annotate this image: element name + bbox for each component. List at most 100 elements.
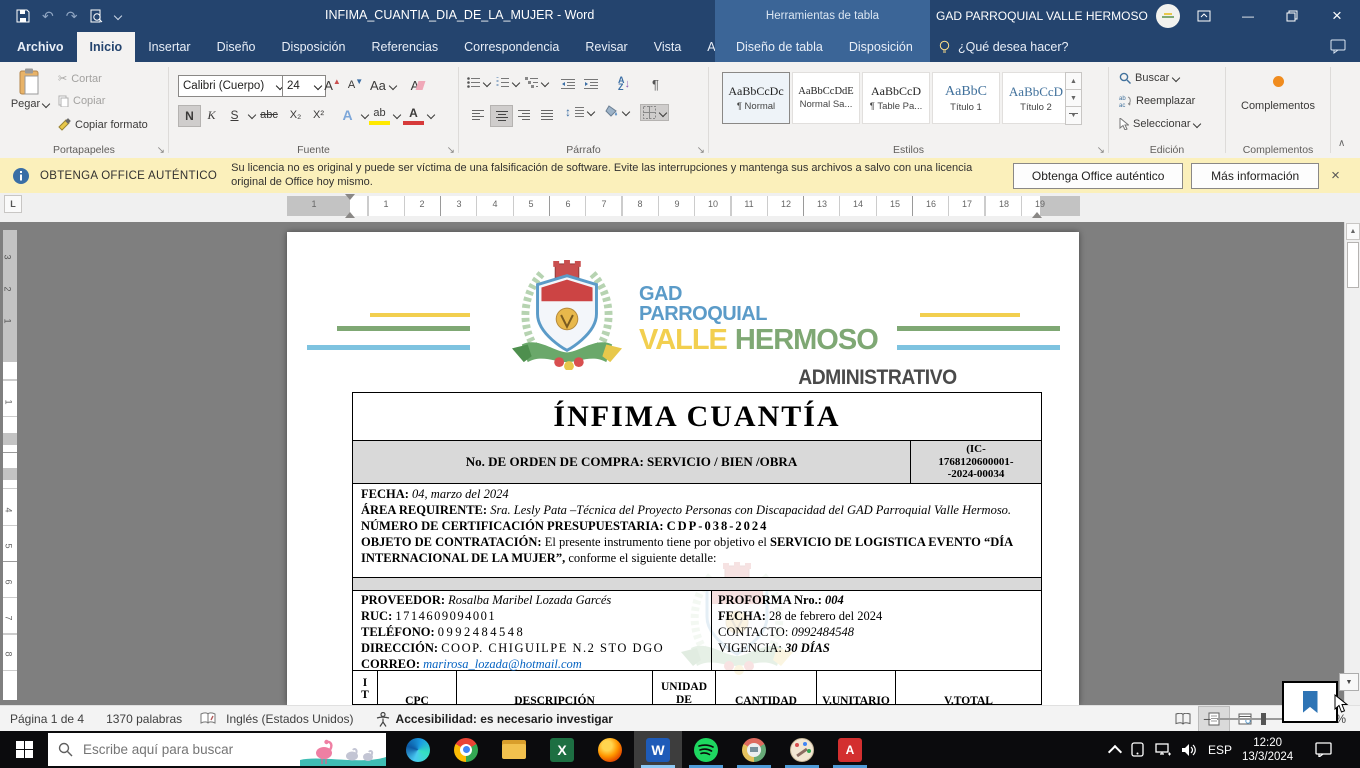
tab-insertar[interactable]: Insertar (135, 32, 203, 62)
font-color-button[interactable]: A (403, 105, 434, 125)
undo-icon[interactable]: ↶ (42, 8, 54, 25)
cut-button[interactable]: ✂Cortar (58, 72, 102, 85)
style-titulo-2[interactable]: AaBbCcDTítulo 2 (1002, 72, 1070, 124)
justify-button[interactable] (536, 105, 557, 125)
underline-button[interactable]: S (224, 105, 255, 125)
tray-clock[interactable]: 12:20 13/3/2024 (1242, 736, 1293, 764)
zoom-out-icon[interactable]: − (1203, 711, 1211, 727)
italic-button[interactable]: K (201, 105, 222, 125)
multilevel-list-button[interactable] (525, 77, 548, 88)
style-normal[interactable]: AaBbCcDc¶ Normal (722, 72, 790, 124)
proofing-icon[interactable] (200, 712, 216, 726)
tray-language[interactable]: ESP (1208, 743, 1232, 757)
select-button[interactable]: Seleccionar (1119, 118, 1200, 130)
align-right-button[interactable] (513, 105, 534, 125)
strikethrough-button[interactable]: abc (255, 105, 283, 125)
tab-selector[interactable]: L (4, 195, 22, 213)
order-table[interactable]: ÍNFIMA CUANTÍA No. DE ORDEN DE COMPRA: S… (352, 392, 1042, 705)
bullets-button[interactable] (467, 77, 490, 88)
addins-button[interactable]: Complementos (1226, 74, 1330, 112)
grow-font-button[interactable]: A▲ (322, 75, 343, 95)
tray-tablet-icon[interactable] (1130, 742, 1145, 757)
tab-inicio[interactable]: Inicio (77, 32, 136, 62)
text-effects-button[interactable]: A (337, 105, 368, 125)
horizontal-ruler[interactable]: 1 1 2 3 4 5 6 7 8 9 10 11 12 13 14 15 16… (287, 196, 1080, 216)
tab-revisar[interactable]: Revisar (572, 32, 640, 62)
taskbar-edge-icon[interactable] (394, 731, 442, 768)
line-spacing-button[interactable]: ↕ (565, 105, 594, 119)
close-button[interactable]: × (1314, 0, 1360, 32)
fuente-dialog-launcher-icon[interactable]: ↘ (447, 145, 455, 156)
zoom-slider-handle[interactable] (1261, 713, 1266, 725)
taskbar-search[interactable] (48, 733, 386, 766)
style-normal-sa[interactable]: AaBbCcDdENormal Sa... (792, 72, 860, 124)
scroll-up-icon[interactable]: ▲ (1346, 223, 1360, 240)
borders-button[interactable] (640, 104, 669, 121)
table-row-marker[interactable] (3, 468, 17, 480)
resume-reading-popup[interactable] (1282, 681, 1338, 723)
tray-chevron-up-icon[interactable] (1108, 744, 1122, 758)
right-indent-marker[interactable] (1032, 207, 1042, 218)
decrease-indent-button[interactable] (557, 74, 578, 94)
taskbar-firefox-icon[interactable] (586, 731, 634, 768)
read-mode-icon[interactable] (1168, 707, 1198, 731)
tab-diseno-de-tabla[interactable]: Diseño de tabla (723, 32, 836, 62)
styles-more-icon[interactable]: ▼ (1065, 107, 1082, 125)
action-center-icon[interactable] (1315, 742, 1332, 757)
scrollbar-thumb[interactable] (1347, 242, 1359, 288)
ribbon-display-options-icon[interactable] (1182, 0, 1226, 32)
restore-button[interactable] (1270, 0, 1314, 32)
accessibility-icon[interactable] (376, 712, 390, 727)
word-count[interactable]: 1370 palabras (106, 712, 182, 726)
tab-vista[interactable]: Vista (641, 32, 695, 62)
change-case-button[interactable]: Aa (370, 78, 396, 93)
superscript-button[interactable]: X² (308, 105, 329, 125)
highlight-button[interactable]: ab (369, 105, 400, 125)
show-marks-button[interactable]: ¶ (645, 74, 666, 94)
tab-correspondencia[interactable]: Correspondencia (451, 32, 572, 62)
language-indicator[interactable]: Inglés (Estados Unidos) (226, 712, 353, 726)
account-area[interactable]: GAD PARROQUIAL VALLE HERMOSO (936, 0, 1180, 32)
style-table-pa[interactable]: AaBbCcD¶ Table Pa... (862, 72, 930, 124)
vertical-ruler[interactable]: 3 2 1 1 2 3 4 5 6 7 8 (3, 230, 17, 700)
increase-indent-button[interactable] (580, 74, 601, 94)
styles-scroll-up-icon[interactable]: ▲ (1065, 72, 1082, 90)
tray-network-icon[interactable] (1155, 743, 1171, 757)
taskbar-spotify-icon[interactable] (682, 731, 730, 768)
hanging-indent-marker[interactable] (345, 207, 355, 218)
tell-me-box[interactable]: ¿Qué desea hacer? (938, 32, 1069, 62)
taskbar-acrobat-icon[interactable]: A (826, 731, 874, 768)
paste-button[interactable]: Pegar (10, 68, 50, 110)
table-row-marker[interactable] (3, 433, 17, 445)
tab-diseno[interactable]: Diseño (204, 32, 269, 62)
numbering-button[interactable] (496, 77, 519, 88)
shading-button[interactable] (605, 105, 629, 118)
tab-disposicion-tabla[interactable]: Disposición (836, 32, 926, 62)
collapse-ribbon-icon[interactable]: ∧ (1338, 138, 1345, 149)
bold-button[interactable]: N (178, 105, 201, 127)
accessibility-status[interactable]: Accesibilidad: es necesario investigar (396, 712, 613, 726)
subscript-button[interactable]: X₂ (285, 105, 306, 125)
taskbar-chrome-icon[interactable] (442, 731, 490, 768)
document-page[interactable]: GAD PARROQUIAL VALLE HERMOSO ADMINISTRAT… (287, 232, 1079, 705)
style-titulo-1[interactable]: AaBbCTítulo 1 (932, 72, 1000, 124)
clear-formatting-button[interactable]: A (407, 75, 428, 95)
find-button[interactable]: Buscar (1119, 72, 1179, 84)
first-line-indent-marker[interactable] (345, 194, 355, 205)
taskbar-remote-desktop-icon[interactable] (730, 731, 778, 768)
taskbar-paint-icon[interactable] (778, 731, 826, 768)
font-size-combobox[interactable]: 24 (282, 75, 326, 97)
parrafo-dialog-launcher-icon[interactable]: ↘ (697, 145, 705, 156)
save-icon[interactable] (16, 9, 30, 23)
replace-button[interactable]: abac Reemplazar (1119, 95, 1195, 107)
sort-button[interactable]: AZ ↓ (611, 74, 637, 94)
print-preview-icon[interactable] (89, 9, 103, 23)
font-name-combobox[interactable]: Calibri (Cuerpo) (178, 75, 288, 97)
warning-close-icon[interactable]: × (1331, 167, 1340, 184)
taskbar-explorer-icon[interactable] (490, 731, 538, 768)
format-painter-button[interactable]: Copiar formato (58, 118, 148, 131)
account-avatar[interactable] (1156, 4, 1180, 28)
redo-icon[interactable]: ↷ (66, 8, 78, 25)
tray-volume-icon[interactable] (1181, 743, 1198, 757)
get-office-button[interactable]: Obtenga Office auténtico (1013, 163, 1183, 189)
